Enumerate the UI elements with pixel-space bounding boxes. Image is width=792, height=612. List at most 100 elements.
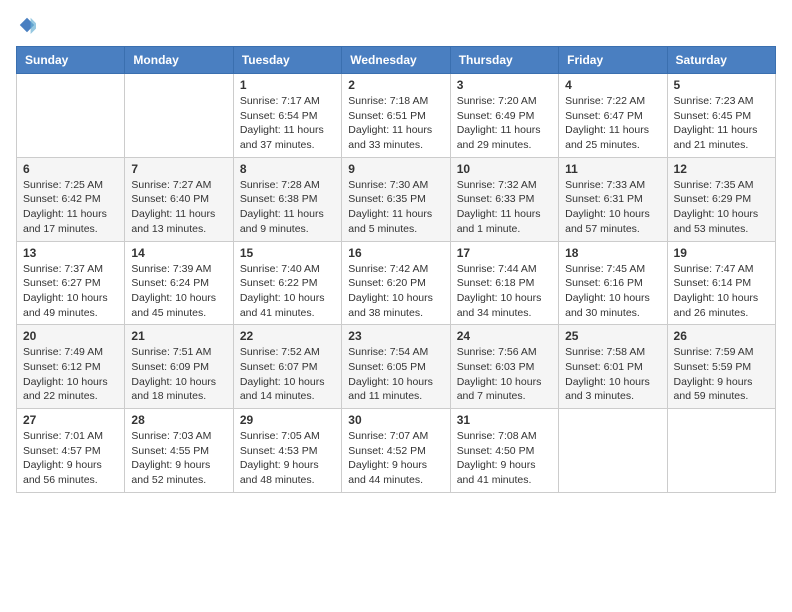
calendar-week-row: 20Sunrise: 7:49 AM Sunset: 6:12 PM Dayli… <box>17 325 776 409</box>
day-number: 19 <box>674 246 769 260</box>
weekday-header-row: SundayMondayTuesdayWednesdayThursdayFrid… <box>17 47 776 74</box>
day-number: 15 <box>240 246 335 260</box>
day-info: Sunrise: 7:39 AM Sunset: 6:24 PM Dayligh… <box>131 262 226 321</box>
weekday-header-thursday: Thursday <box>450 47 558 74</box>
calendar-week-row: 1 Sunrise: 7:17 AM Sunset: 6:54 PM Daylig… <box>17 74 776 158</box>
day-info: Sunrise: 7:35 AM Sunset: 6:29 PM Dayligh… <box>674 178 769 237</box>
day-info: Sunrise: 7:22 AM Sunset: 6:47 PM Dayligh… <box>565 94 660 153</box>
day-info: Sunrise: 7:20 AM Sunset: 6:49 PM Dayligh… <box>457 94 552 153</box>
day-number: 12 <box>674 162 769 176</box>
day-number: 30 <box>348 413 443 427</box>
day-number: 10 <box>457 162 552 176</box>
day-number: 11 <box>565 162 660 176</box>
calendar-cell: 30Sunrise: 7:07 AM Sunset: 4:52 PM Dayli… <box>342 409 450 493</box>
calendar-cell: 24 Sunrise: 7:56 AM Sunset: 6:03 PM Dayli… <box>450 325 558 409</box>
calendar-cell: 4 Sunrise: 7:22 AM Sunset: 6:47 PM Daylig… <box>559 74 667 158</box>
weekday-header-saturday: Saturday <box>667 47 775 74</box>
day-info: Sunrise: 7:18 AM Sunset: 6:51 PM Dayligh… <box>348 94 443 153</box>
calendar-cell: 3 Sunrise: 7:20 AM Sunset: 6:49 PM Daylig… <box>450 74 558 158</box>
day-number: 22 <box>240 329 335 343</box>
day-info: Sunrise: 7:45 AM Sunset: 6:16 PM Dayligh… <box>565 262 660 321</box>
day-info: Sunrise: 7:32 AM Sunset: 6:33 PM Dayligh… <box>457 178 552 237</box>
calendar-cell: 5 Sunrise: 7:23 AM Sunset: 6:45 PM Daylig… <box>667 74 775 158</box>
day-info: Sunrise: 7:25 AM Sunset: 6:42 PM Dayligh… <box>23 178 118 237</box>
day-number: 26 <box>674 329 769 343</box>
day-number: 18 <box>565 246 660 260</box>
weekday-header-monday: Monday <box>125 47 233 74</box>
day-number: 31 <box>457 413 552 427</box>
logo <box>16 16 36 34</box>
day-info: Sunrise: 7:17 AM Sunset: 6:54 PM Dayligh… <box>240 94 335 153</box>
calendar-cell: 16 Sunrise: 7:42 AM Sunset: 6:20 PM Dayli… <box>342 241 450 325</box>
calendar-cell: 29Sunrise: 7:05 AM Sunset: 4:53 PM Dayli… <box>233 409 341 493</box>
calendar-cell: 8 Sunrise: 7:28 AM Sunset: 6:38 PM Daylig… <box>233 157 341 241</box>
calendar-cell: 1 Sunrise: 7:17 AM Sunset: 6:54 PM Daylig… <box>233 74 341 158</box>
day-number: 8 <box>240 162 335 176</box>
calendar-cell: 27 Sunrise: 7:01 AM Sunset: 4:57 PM Dayli… <box>17 409 125 493</box>
calendar-week-row: 27 Sunrise: 7:01 AM Sunset: 4:57 PM Dayli… <box>17 409 776 493</box>
calendar-cell: 13 Sunrise: 7:37 AM Sunset: 6:27 PM Dayli… <box>17 241 125 325</box>
calendar-header: SundayMondayTuesdayWednesdayThursdayFrid… <box>17 47 776 74</box>
day-info: Sunrise: 7:54 AM Sunset: 6:05 PM Dayligh… <box>348 345 443 404</box>
day-number: 3 <box>457 78 552 92</box>
calendar-cell: 20Sunrise: 7:49 AM Sunset: 6:12 PM Dayli… <box>17 325 125 409</box>
calendar-cell: 26Sunrise: 7:59 AM Sunset: 5:59 PM Dayli… <box>667 325 775 409</box>
day-info: Sunrise: 7:01 AM Sunset: 4:57 PM Dayligh… <box>23 429 118 488</box>
day-number: 1 <box>240 78 335 92</box>
calendar-cell <box>667 409 775 493</box>
calendar-cell: 31 Sunrise: 7:08 AM Sunset: 4:50 PM Dayli… <box>450 409 558 493</box>
calendar-cell: 14 Sunrise: 7:39 AM Sunset: 6:24 PM Dayli… <box>125 241 233 325</box>
day-info: Sunrise: 7:42 AM Sunset: 6:20 PM Dayligh… <box>348 262 443 321</box>
calendar-cell: 11Sunrise: 7:33 AM Sunset: 6:31 PM Dayli… <box>559 157 667 241</box>
calendar-cell: 25 Sunrise: 7:58 AM Sunset: 6:01 PM Dayli… <box>559 325 667 409</box>
weekday-header-tuesday: Tuesday <box>233 47 341 74</box>
calendar-cell <box>125 74 233 158</box>
calendar-cell: 28Sunrise: 7:03 AM Sunset: 4:55 PM Dayli… <box>125 409 233 493</box>
day-info: Sunrise: 7:58 AM Sunset: 6:01 PM Dayligh… <box>565 345 660 404</box>
day-info: Sunrise: 7:47 AM Sunset: 6:14 PM Dayligh… <box>674 262 769 321</box>
calendar-cell: 7Sunrise: 7:27 AM Sunset: 6:40 PM Daylig… <box>125 157 233 241</box>
day-number: 17 <box>457 246 552 260</box>
day-info: Sunrise: 7:30 AM Sunset: 6:35 PM Dayligh… <box>348 178 443 237</box>
day-number: 13 <box>23 246 118 260</box>
calendar-cell: 23 Sunrise: 7:54 AM Sunset: 6:05 PM Dayli… <box>342 325 450 409</box>
day-info: Sunrise: 7:49 AM Sunset: 6:12 PM Dayligh… <box>23 345 118 404</box>
calendar-cell: 19 Sunrise: 7:47 AM Sunset: 6:14 PM Dayli… <box>667 241 775 325</box>
day-info: Sunrise: 7:28 AM Sunset: 6:38 PM Dayligh… <box>240 178 335 237</box>
day-number: 16 <box>348 246 443 260</box>
day-info: Sunrise: 7:23 AM Sunset: 6:45 PM Dayligh… <box>674 94 769 153</box>
day-info: Sunrise: 7:56 AM Sunset: 6:03 PM Dayligh… <box>457 345 552 404</box>
day-number: 28 <box>131 413 226 427</box>
day-number: 24 <box>457 329 552 343</box>
calendar-cell: 15 Sunrise: 7:40 AM Sunset: 6:22 PM Dayli… <box>233 241 341 325</box>
calendar-cell <box>559 409 667 493</box>
day-info: Sunrise: 7:51 AM Sunset: 6:09 PM Dayligh… <box>131 345 226 404</box>
day-number: 14 <box>131 246 226 260</box>
weekday-header-friday: Friday <box>559 47 667 74</box>
day-number: 27 <box>23 413 118 427</box>
day-info: Sunrise: 7:08 AM Sunset: 4:50 PM Dayligh… <box>457 429 552 488</box>
calendar-cell: 2 Sunrise: 7:18 AM Sunset: 6:51 PM Daylig… <box>342 74 450 158</box>
day-number: 5 <box>674 78 769 92</box>
calendar-cell: 6 Sunrise: 7:25 AM Sunset: 6:42 PM Daylig… <box>17 157 125 241</box>
calendar-cell: 21 Sunrise: 7:51 AM Sunset: 6:09 PM Dayli… <box>125 325 233 409</box>
day-number: 6 <box>23 162 118 176</box>
day-info: Sunrise: 7:44 AM Sunset: 6:18 PM Dayligh… <box>457 262 552 321</box>
day-info: Sunrise: 7:37 AM Sunset: 6:27 PM Dayligh… <box>23 262 118 321</box>
day-number: 23 <box>348 329 443 343</box>
calendar-cell: 18 Sunrise: 7:45 AM Sunset: 6:16 PM Dayli… <box>559 241 667 325</box>
day-number: 7 <box>131 162 226 176</box>
logo-icon <box>18 16 36 34</box>
day-info: Sunrise: 7:05 AM Sunset: 4:53 PM Dayligh… <box>240 429 335 488</box>
calendar-cell: 12 Sunrise: 7:35 AM Sunset: 6:29 PM Dayli… <box>667 157 775 241</box>
day-number: 25 <box>565 329 660 343</box>
calendar-cell: 9Sunrise: 7:30 AM Sunset: 6:35 PM Daylig… <box>342 157 450 241</box>
calendar-cell: 17 Sunrise: 7:44 AM Sunset: 6:18 PM Dayli… <box>450 241 558 325</box>
day-number: 21 <box>131 329 226 343</box>
day-info: Sunrise: 7:40 AM Sunset: 6:22 PM Dayligh… <box>240 262 335 321</box>
day-number: 4 <box>565 78 660 92</box>
calendar-week-row: 13 Sunrise: 7:37 AM Sunset: 6:27 PM Dayli… <box>17 241 776 325</box>
day-number: 2 <box>348 78 443 92</box>
calendar-cell: 10 Sunrise: 7:32 AM Sunset: 6:33 PM Dayli… <box>450 157 558 241</box>
calendar-cell: 22Sunrise: 7:52 AM Sunset: 6:07 PM Dayli… <box>233 325 341 409</box>
